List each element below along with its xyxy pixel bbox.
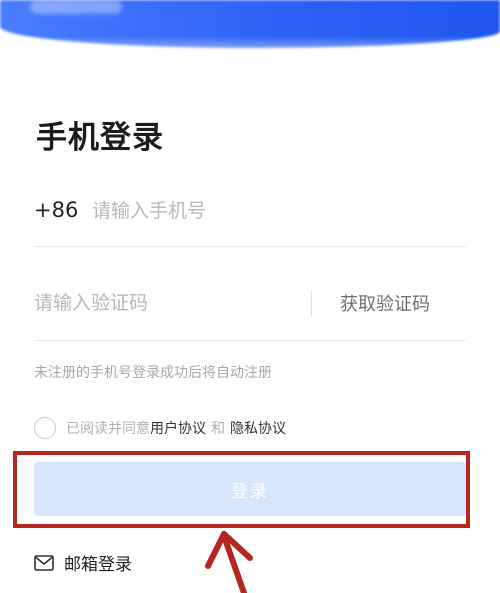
annotation-arrow-icon: [205, 531, 253, 593]
country-code[interactable]: +86: [34, 198, 78, 222]
verification-row: 获取验证码: [34, 278, 466, 341]
agreement-prefix: 已阅读并同意: [66, 421, 150, 437]
phone-row: +86: [34, 190, 466, 247]
app-logo: [30, 0, 122, 14]
login-button[interactable]: 登录: [34, 462, 466, 516]
user-agreement-link[interactable]: 用户协议: [150, 418, 206, 438]
get-code-button[interactable]: 获取验证码: [340, 290, 430, 316]
code-divider: [311, 290, 312, 316]
agreement-and: 和: [211, 421, 225, 437]
email-login-label: 邮箱登录: [64, 555, 132, 575]
privacy-agreement-link[interactable]: 隐私协议: [230, 418, 286, 438]
page-title: 手机登录: [36, 120, 164, 156]
verification-code-input[interactable]: [34, 286, 294, 320]
email-login-link[interactable]: 邮箱登录: [34, 550, 132, 575]
register-hint: 未注册的手机号登录成功后将自动注册: [34, 365, 272, 381]
mail-icon: [34, 554, 54, 571]
agreement-row: 已阅读并同意 用户协议 和 隐私协议: [34, 414, 286, 442]
banner-fade: [0, 36, 500, 76]
agreement-checkbox[interactable]: [34, 417, 56, 439]
phone-input[interactable]: [92, 194, 452, 228]
